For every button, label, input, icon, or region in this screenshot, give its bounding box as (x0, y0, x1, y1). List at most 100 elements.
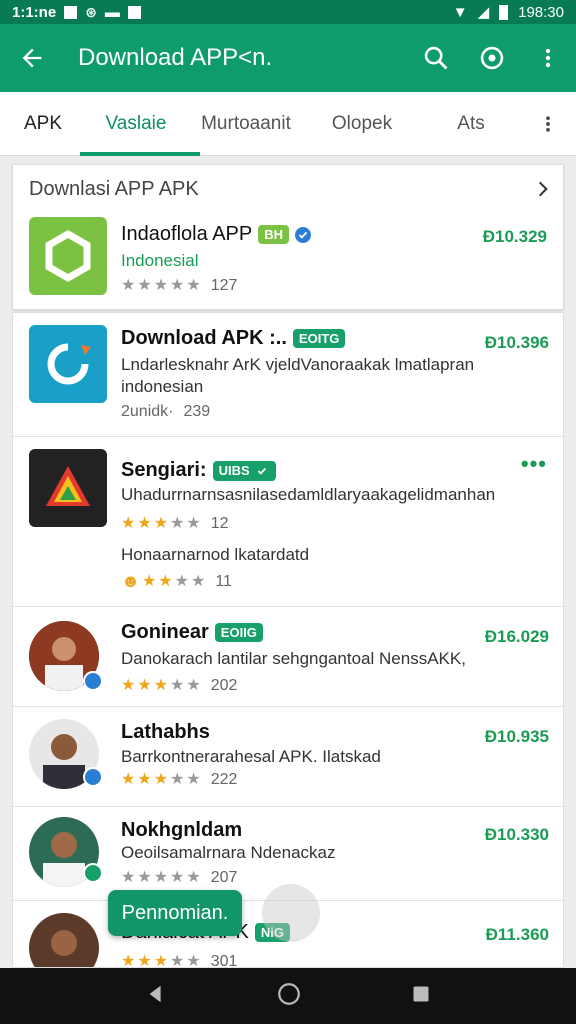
avatar (29, 913, 99, 967)
app-rating: ★ ★ ★ ★ ★ 202 (121, 677, 238, 694)
app-rating: ★ ★ ★ ★ ★ 127 (121, 277, 238, 294)
category-badge: EOIIG (214, 623, 263, 642)
app-name-text: Goninear (121, 621, 209, 643)
featured-card: Downlasi APP APK Indaoflola APP BH Indon… (12, 164, 564, 310)
rating-count: 207 (210, 869, 238, 886)
badge-text: EOIIG (220, 625, 257, 640)
minus-icon: ▬ (104, 3, 120, 21)
tab-ats[interactable]: Ats (418, 92, 524, 156)
app-extra-line: Honaarnarnod lkatardatd (121, 545, 310, 564)
app-description: Lndarlesknahr ArK vjeldVanoraakak lmatla… (121, 355, 475, 374)
more-vert-icon (546, 115, 550, 132)
app-name: Indaoflola APP BH (121, 223, 311, 246)
nav-back-icon[interactable] (145, 983, 167, 1010)
nav-home-icon[interactable] (276, 981, 302, 1012)
app-rating-2: ☻ ★ ★ ★ ★ 11 (121, 571, 232, 591)
more-icon[interactable]: ••• (521, 451, 547, 477)
app-price: Ð10.329 (482, 227, 547, 246)
rating-count: 301 (210, 953, 238, 968)
battery-icon (499, 4, 509, 20)
app-rating: ★ ★ ★ ★ ★ 207 (121, 869, 238, 886)
app-name: Download APK :.. EOITG (121, 327, 346, 350)
app-rating: 2unidk· 239 (121, 403, 210, 421)
category-badge: UIBS (212, 460, 276, 481)
rating-count: 239 (183, 403, 211, 420)
tab-bar: APK Vaslaie Murtoaanit Olopek Ats (0, 92, 576, 156)
badge-text: EOITG (298, 331, 340, 346)
app-rating: ★ ★ ★ ★ ★ 301 (121, 953, 238, 968)
tab-apk[interactable]: APK (0, 92, 86, 156)
rating-count: 11 (215, 572, 232, 590)
app-description-2: indonesian (121, 377, 204, 396)
app-list: Download APK :.. EOITG Lndarlesknahr ArK… (12, 312, 564, 968)
status-bar: 1:1:ne ⊛ ▬ ▼ ◢ 198:30 (0, 0, 576, 24)
back-button[interactable] (0, 24, 64, 92)
chevron-right-icon[interactable] (523, 179, 563, 199)
emoji-icon: ☻ (121, 571, 140, 591)
status-time-left: 1:1:ne (12, 3, 57, 21)
app-name: Sengiari: UIBS (121, 459, 276, 482)
verified-icon (83, 767, 103, 787)
app-icon (29, 217, 107, 295)
page-title: Download APP<n. (78, 44, 273, 71)
search-icon (424, 46, 448, 70)
list-item[interactable]: Download APK :.. EOITG Lndarlesknahr ArK… (13, 313, 563, 437)
badge-text: BH (264, 227, 283, 242)
app-icon (29, 325, 107, 403)
tab-more-button[interactable] (524, 92, 572, 156)
verified-icon (83, 671, 103, 691)
app-rating: ★ ★ ★ ★ ★ 12 (121, 515, 229, 532)
search-button[interactable] (408, 24, 464, 92)
help-button[interactable] (464, 24, 520, 92)
snackbar-button[interactable]: Pennomian. (108, 890, 242, 936)
category-badge: BH (258, 225, 289, 244)
category-badge: EOITG (292, 329, 346, 348)
nav-recents-icon[interactable] (411, 984, 431, 1009)
tab-murtoaanit[interactable]: Murtoaanit (186, 92, 306, 156)
app-price: Ð10.330 (484, 825, 549, 844)
rating-count: 222 (210, 771, 238, 788)
list-item[interactable]: Sengiari: UIBS Uhadurrnarnsasnilasedamld… (13, 437, 563, 607)
tab-olopek[interactable]: Olopek (306, 92, 418, 156)
rating-count: 202 (210, 677, 238, 694)
app-description: Oeoilsamalrnara Ndenackaz (121, 843, 336, 862)
notification-icon (64, 5, 78, 19)
app-name-text: Nokhgnldam (121, 819, 243, 841)
app-icon (29, 449, 107, 527)
wifi-icon: ▼ (452, 3, 468, 21)
list-item[interactable]: Lathabhs Barrkontnerarahesal APK. Ilatsk… (13, 707, 563, 807)
app-price: Ð11.360 (485, 925, 549, 944)
app-name-text: Lathabhs (121, 721, 210, 743)
rating-label: 2unidk· (121, 403, 174, 420)
rating-count: 12 (210, 515, 229, 532)
signal-icon: ◢ (477, 4, 490, 21)
app-name-text: Download APK :.. (121, 327, 287, 349)
list-item[interactable]: Goninear EOIIG Danokarach lantilar sehgn… (13, 607, 563, 707)
app-description: Barrkontnerarahesal APK. Ilatskad (121, 747, 381, 766)
featured-item[interactable]: Indaoflola APP BH Indonesial ★ ★ ★ ★ ★ 127 Ð… (13, 213, 563, 309)
sync-icon: ⊛ (85, 3, 97, 20)
verified-icon (253, 462, 270, 479)
app-price: Ð10.935 (484, 727, 549, 746)
app-price: Ð16.029 (484, 627, 549, 646)
app-description: Danokarach lantilar sehgngantoal NenssAK… (121, 649, 466, 668)
status-time-right: 198:30 (518, 3, 564, 21)
rating-count: 127 (210, 277, 238, 294)
help-icon (480, 46, 504, 70)
tab-vaslaie[interactable]: Vaslaie (80, 92, 200, 156)
app-name-text: Sengiari: (121, 459, 207, 481)
featured-header[interactable]: Downlasi APP APK (13, 165, 563, 213)
app-name-text: Indaoflola APP (121, 223, 253, 245)
overflow-menu-button[interactable] (520, 24, 576, 92)
featured-header-title: Downlasi APP APK (29, 177, 199, 200)
app-rating: ★ ★ ★ ★ ★ 222 (121, 771, 238, 788)
verified-icon (83, 863, 103, 883)
app-name: Nokhgnldam (121, 819, 242, 842)
app-name: Lathabhs (121, 721, 210, 744)
app-subtitle: Indonesial (121, 251, 199, 270)
system-nav-bar (0, 968, 576, 1024)
app-bar: Download APP<n. (0, 24, 576, 92)
gallery-icon (127, 5, 141, 19)
arrow-left-icon (22, 48, 42, 68)
touch-ripple (262, 884, 320, 942)
